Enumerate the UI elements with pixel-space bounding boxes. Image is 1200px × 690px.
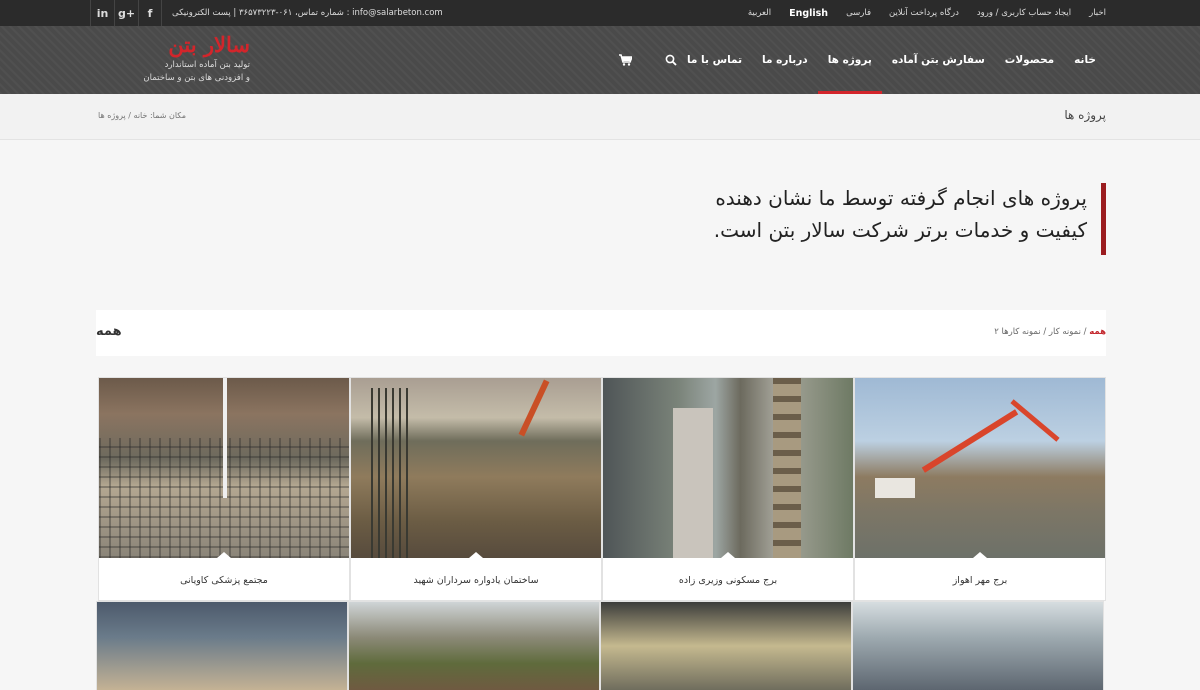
linkedin-icon[interactable]: in [90,0,114,26]
project-image[interactable] [603,378,853,558]
lang-fa-link[interactable]: فارسی [846,8,871,18]
project-image[interactable] [348,601,600,690]
project-title[interactable]: مجتمع پزشکی کاویانی [99,558,349,602]
project-image[interactable] [855,378,1105,558]
project-grid: برج مهر اهواز برج مسکونی وزیری زاده ساخت… [96,377,1106,601]
project-card[interactable]: برج مسکونی وزیری زاده [602,377,854,601]
page-title: پروژه ها [1064,108,1106,122]
cart-icon[interactable] [617,52,633,68]
facebook-icon[interactable]: f [138,0,162,26]
nav-products[interactable]: محصولات [995,26,1064,94]
nav-about[interactable]: درباره ما [752,26,818,94]
top-links: اخبار ایجاد حساب کاربری / ورود درگاه پرد… [748,0,1106,26]
logo-name: سالار بتن [168,32,250,57]
filter-samples-2[interactable]: نمونه کارها ۲ [994,327,1040,337]
project-title[interactable]: ساختمان یادواره سرداران شهید [351,558,601,602]
project-image[interactable] [96,601,348,690]
breadcrumb-bar: پروژه ها مکان شما: خانه / پروژه ها [0,94,1200,140]
social-links: in g+ f info@salarbeton.com : شماره تماس… [90,0,443,26]
project-image[interactable] [99,378,349,558]
project-card[interactable]: ساختمان یادواره سرداران شهید [350,377,602,601]
logo-tagline-1: تولید بتن آماده استاندارد [164,60,250,70]
project-image[interactable] [852,601,1104,690]
project-card[interactable]: برج مهر اهواز [854,377,1106,601]
nav-projects[interactable]: پروژه ها [817,26,882,94]
filter-options: همه / نمونه کار / نمونه کارها ۲ [994,327,1106,337]
filter-samples[interactable]: نمونه کار [1049,327,1081,337]
nav-contact[interactable]: تماس با ما [677,26,752,94]
current-filter-title: همه [96,324,122,339]
lang-en-link[interactable]: English [789,8,828,19]
main-nav: خانه محصولات سفارش بتن آماده پروژه ها در… [677,26,1106,94]
filter-separator: / [1080,327,1087,337]
nav-order-concrete[interactable]: سفارش بتن آماده [882,26,995,94]
nav-home[interactable]: خانه [1064,26,1106,94]
intro-quote: پروژه های انجام گرفته توسط ما نشان دهنده… [506,183,1106,255]
project-grid-row-2 [96,601,1106,690]
project-title[interactable]: برج مسکونی وزیری زاده [603,558,853,602]
news-link[interactable]: اخبار [1089,8,1106,18]
main-header: سالار بتن تولید بتن آماده استاندارد و اف… [0,26,1200,94]
contact-info: info@salarbeton.com : شماره تماس، ۰۶۱-۳۶… [172,8,443,18]
project-image[interactable] [600,601,852,690]
portfolio-filter-bar: همه همه / نمونه کار / نمونه کارها ۲ [96,310,1106,356]
lang-ar-link[interactable]: العربية [748,8,771,18]
header-icons [617,26,679,94]
breadcrumb[interactable]: مکان شما: خانه / پروژه ها [98,111,186,120]
project-card[interactable]: مجتمع پزشکی کاویانی [98,377,350,601]
login-link[interactable]: ایجاد حساب کاربری / ورود [977,8,1071,18]
payment-gateway-link[interactable]: درگاه پرداخت آنلاین [889,8,959,18]
intro-line-1: پروژه های انجام گرفته توسط ما نشان دهنده [715,186,1087,210]
site-logo[interactable]: سالار بتن تولید بتن آماده استاندارد و اف… [100,32,250,85]
google-plus-icon[interactable]: g+ [114,0,138,26]
project-image[interactable] [351,378,601,558]
logo-tagline-2: و افزودنی های بتن و ساختمان [143,73,250,83]
project-title[interactable]: برج مهر اهواز [855,558,1105,602]
top-bar: in g+ f info@salarbeton.com : شماره تماس… [0,0,1200,26]
filter-all[interactable]: همه [1089,327,1106,337]
intro-line-2: کیفیت و خدمات برتر شرکت سالار بتن است. [713,218,1087,242]
filter-separator: / [1040,327,1047,337]
